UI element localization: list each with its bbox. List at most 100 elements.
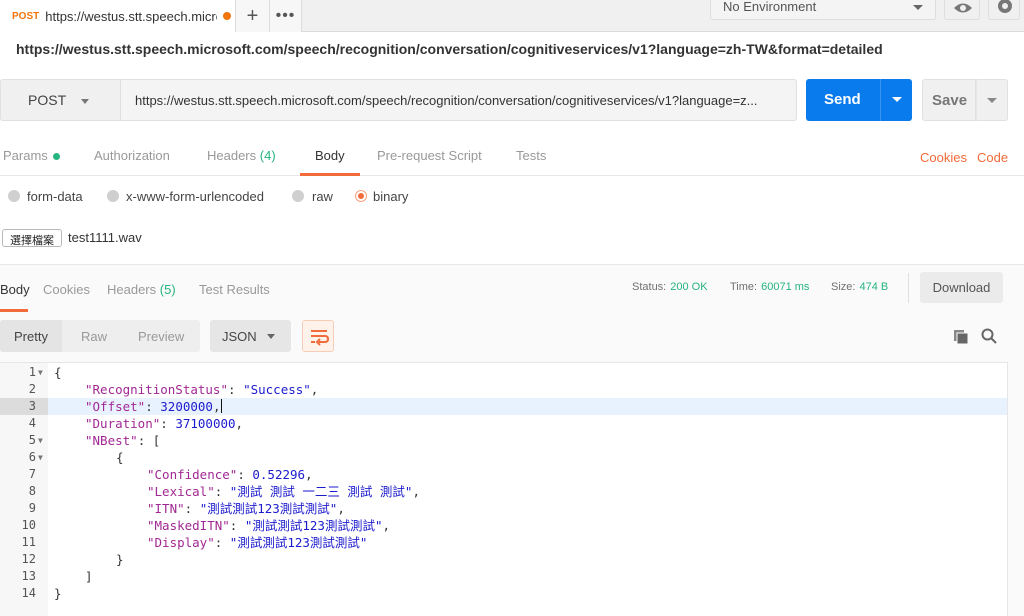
radio-form-data[interactable] [8,190,20,202]
response-tabs: Body Cookies Headers (5) Test Results St… [0,264,1024,312]
copy-icon[interactable] [953,329,969,345]
radio-form-data-label[interactable]: form-data [27,189,83,204]
line-number: 9 [28,501,36,515]
code-line: 12} [0,551,1007,568]
eye-icon [954,3,972,13]
send-button[interactable]: Send [806,79,880,121]
view-raw-button[interactable]: Raw [81,329,107,344]
code-line: 2 "RecognitionStatus": "Success", [0,381,1007,398]
format-select[interactable]: JSON [210,320,291,352]
save-button[interactable]: Save [922,79,976,121]
radio-urlencoded-label[interactable]: x-www-form-urlencoded [126,189,264,204]
request-title: https://westus.stt.speech.microsoft.com/… [16,41,883,57]
view-preview-button[interactable]: Preview [138,329,184,344]
tab-params[interactable]: Params [3,148,60,163]
line-number: 10 [21,518,36,532]
environment-quick-look-button[interactable] [944,0,980,20]
tab-authorization[interactable]: Authorization [94,148,170,163]
json-string-value: "Success" [243,382,311,397]
manage-environments-button[interactable] [988,0,1020,20]
json-string-value: "測試測試123測試測試" [199,501,338,516]
response-tab-headers[interactable]: Headers (5) [107,282,176,297]
choose-file-button[interactable]: 選擇檔案 [2,229,62,247]
radio-raw-label[interactable]: raw [312,189,333,204]
chevron-down-icon [913,5,923,10]
json-key: "NBest" [85,433,138,448]
editor-scrollbar[interactable] [1007,362,1024,616]
tab-prerequest-script[interactable]: Pre-request Script [377,148,482,163]
code-text: "Lexical": "測試 測試 一二三 測試 測試", [147,484,420,499]
line-number: 14 [21,586,36,600]
time-value: 60071 ms [761,281,810,293]
response-tab-body[interactable]: Body [0,282,30,297]
line-number: 13 [21,569,36,583]
tab-method-label: POST [12,10,40,22]
wrap-lines-button[interactable] [302,320,334,352]
format-label: JSON [222,329,257,344]
save-options-button[interactable] [976,79,1008,121]
fold-toggle-icon[interactable]: ▼ [38,449,43,466]
radio-raw[interactable] [292,190,304,202]
tab-body[interactable]: Body [315,148,345,163]
json-number-value: 37100000 [175,416,236,431]
request-tab[interactable]: POST https://westus.stt.speech.micro [0,0,236,32]
response-time: Time: 60071 ms [730,281,809,293]
fold-toggle-icon[interactable]: ▼ [38,432,43,449]
active-tab-underline [300,173,360,176]
code-text: } [116,552,124,567]
chevron-down-icon [987,98,997,103]
wrap-lines-icon [311,330,330,346]
environment-label: No Environment [723,0,817,14]
radio-binary-label[interactable]: binary [373,189,408,204]
code-text: "Offset": 3200000, [85,399,222,414]
line-number: 3 [0,398,48,415]
code-text: } [54,586,62,601]
code-line: 5 ▼ "NBest": [ [0,432,1007,449]
code-text: "Confidence": 0.52296, [147,467,313,482]
code-line: 4 "Duration": 37100000, [0,415,1007,432]
response-tab-test-results[interactable]: Test Results [199,282,270,297]
fold-toggle-icon[interactable]: ▼ [38,364,43,381]
tab-tests[interactable]: Tests [516,148,546,163]
url-input[interactable]: https://westus.stt.speech.microsoft.com/… [120,79,797,121]
size-label: Size: [831,281,856,293]
response-body-editor[interactable]: 1 ▼{2 "RecognitionStatus": "Success", 3 "Off… [0,362,1007,616]
response-tab-cookies[interactable]: Cookies [43,282,90,297]
new-tab-button[interactable]: + [236,0,270,32]
json-number-value: 3200000 [160,399,213,414]
code-text: "RecognitionStatus": "Success", [85,382,319,397]
json-number-value: 0.52296 [252,467,306,482]
json-key: "Offset" [85,399,146,414]
code-line: 13] [0,568,1007,585]
method-select[interactable]: POST [0,79,120,121]
size-value: 474 B [859,281,889,293]
line-number: 11 [21,535,36,549]
code-line: 8 "Lexical": "測試 測試 一二三 測試 測試", [0,483,1007,500]
divider [908,273,909,303]
response-active-tab-underline [0,309,28,312]
download-button[interactable]: Download [920,272,1003,303]
tab-headers[interactable]: Headers (4) [207,148,276,163]
response-status: Status: 200 OK [632,281,708,293]
line-number: 4 [28,416,36,430]
cookies-link[interactable]: Cookies [920,150,967,165]
code-text: "MaskedITN": "測試測試123測試測試", [147,518,391,533]
view-pretty-button[interactable]: Pretty [14,329,48,344]
code-link[interactable]: Code [977,150,1008,165]
code-text: "Display": "測試測試123測試測試" [147,535,368,550]
radio-urlencoded[interactable] [107,190,119,202]
tab-params-label: Params [3,148,48,163]
tab-strip: POST https://westus.stt.speech.micro + •… [0,0,1024,32]
code-line: 14} [0,585,1007,602]
code-text: { [116,450,124,465]
status-label: Status: [632,281,667,293]
code-text: { [54,365,62,380]
json-key: "ITN" [147,501,185,516]
more-tabs-button[interactable]: ••• [270,0,302,32]
send-options-button[interactable] [880,79,912,121]
code-text: "NBest": [ [85,433,161,448]
tab-title: https://westus.stt.speech.micro [45,8,218,24]
radio-binary[interactable] [355,190,367,202]
environment-select[interactable]: No Environment [710,0,936,20]
search-icon[interactable] [981,328,997,344]
